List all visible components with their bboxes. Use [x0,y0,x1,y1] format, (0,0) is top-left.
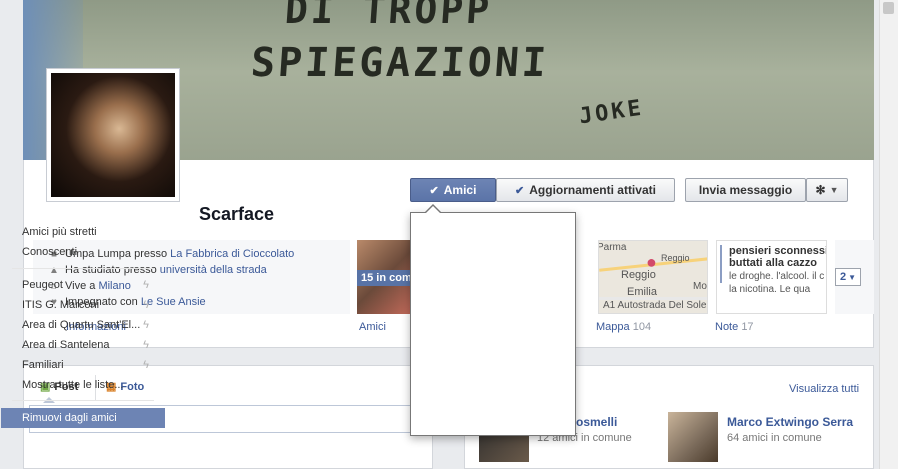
cover-graffiti-signature: JOKE [577,95,646,130]
tab-mappa-label: Mappa [596,321,630,333]
note-title-line: buttati alla cazzo [729,257,818,269]
menu-item-close-friends[interactable]: Amici più stretti [1,222,165,242]
tab-mappa-count: 104 [632,321,652,333]
cover-graffiti-text-2: SPIEGAZIONI [249,40,551,86]
subscribe-updates-button[interactable]: ✔ Aggiornamenti attivati [496,178,675,202]
friends-button[interactable]: ✔ Amici [410,178,496,202]
menu-item-remove-friend[interactable]: Rimuovi dagli amici [1,408,165,428]
lightning-bolt-icon: ϟ [143,319,149,331]
menu-item-label: Mostra tutte le liste... [22,379,124,391]
lightning-bolt-icon: ϟ [143,299,149,311]
map-label: Reggio [661,253,690,263]
check-icon: ✔ [429,184,439,197]
view-all-friends-link[interactable]: Visualizza tutti [789,383,859,395]
map-pin-icon: ● [646,252,657,272]
menu-item-show-all-lists[interactable]: Mostra tutte le liste... [1,375,165,395]
map-label: Parma [598,242,627,253]
info-study-link[interactable]: università della strada [160,264,267,276]
more-tabs-count: 2 [839,271,847,283]
chevron-down-icon: ▼ [829,185,839,195]
check-icon: ✔ [515,184,525,197]
profile-picture[interactable] [46,68,180,202]
mutual-friends-badge: 15 in comune [357,270,413,286]
map-label: Emilia [627,286,657,298]
friend-mutual-count[interactable]: 64 amici in comune [727,432,822,444]
updates-button-label: Aggiornamenti attivati [529,183,656,197]
scrollbar-thumb[interactable] [883,2,894,14]
menu-item-list-peugeot[interactable]: Peugeot ϟ [1,275,165,295]
map-label: A1 Autostrada Del Sole [603,300,707,311]
tab-note-label: Note [715,321,739,333]
lightning-bolt-icon: ϟ [143,279,149,291]
friend-name[interactable]: Marco Extwingo Serra [727,415,853,429]
message-button-label: Invia messaggio [698,183,793,197]
gear-icon: ✻ [815,183,826,197]
menu-item-label: Rimuovi dagli amici [22,412,117,424]
note-body-line: le droghe. l'alcool. il c [729,271,825,282]
menu-divider [12,400,154,401]
friends-button-label: Amici [443,183,477,197]
menu-item-label: Familiari [22,359,64,371]
friends-dropdown-menu [410,212,576,436]
send-message-button[interactable]: Invia messaggio [685,178,806,202]
profile-name[interactable]: Scarface [199,204,274,225]
menu-item-label: Area di Santelena [22,339,110,351]
menu-item-list-itis[interactable]: ITIS G. Marconi ϟ [1,295,165,315]
menu-item-list-family[interactable]: Familiari ϟ [1,355,165,375]
info-work-link[interactable]: La Fabbrica di Cioccolato [170,248,294,260]
scrollbar[interactable] [879,0,898,469]
tab-amici[interactable]: Amici [359,321,386,333]
tab-note[interactable]: Note 17 [715,321,754,333]
tab-note-count: 17 [741,321,754,333]
menu-divider [12,268,154,269]
note-accent-bar [720,245,722,283]
map-thumbnail[interactable]: Parma Reggio Reggio Emilia A1 Autostrada… [598,240,708,314]
dropdown-caret-fill [425,206,441,214]
menu-item-list-quartu[interactable]: Area di Quartu Sant'El... ϟ [1,315,165,335]
menu-item-label: ITIS G. Marconi [22,299,100,311]
note-title-line: pensieri sconnessi [729,245,827,257]
menu-item-label: Peugeot [22,279,63,291]
lightning-bolt-icon: ϟ [143,359,149,371]
menu-item-label: Amici più stretti [22,226,97,238]
map-label: Mo [693,281,707,292]
settings-dropdown-button[interactable]: ✻ ▼ [806,178,848,202]
cover-graffiti-text-1: DI TROPP [283,0,494,32]
friend-photo[interactable] [668,412,718,462]
lightning-bolt-icon: ϟ [143,339,149,351]
note-body-line: la nicotina. Le qua [729,284,811,295]
menu-item-list-santelena[interactable]: Area di Santelena ϟ [1,335,165,355]
profile-picture-image [51,73,175,197]
more-tabs-button[interactable]: 2 ▼ [835,268,861,286]
graduation-cap-icon: ▲ [49,264,59,276]
chevron-down-icon: ▼ [848,272,857,282]
menu-item-acquaintances[interactable]: Conoscenti [1,242,165,262]
menu-item-label: Area di Quartu Sant'El... [22,319,141,331]
notes-thumbnail[interactable]: pensieri sconnessi buttati alla cazzo le… [716,240,827,314]
tab-mappa[interactable]: Mappa 104 [596,321,651,333]
menu-item-label: Conoscenti [22,246,78,258]
